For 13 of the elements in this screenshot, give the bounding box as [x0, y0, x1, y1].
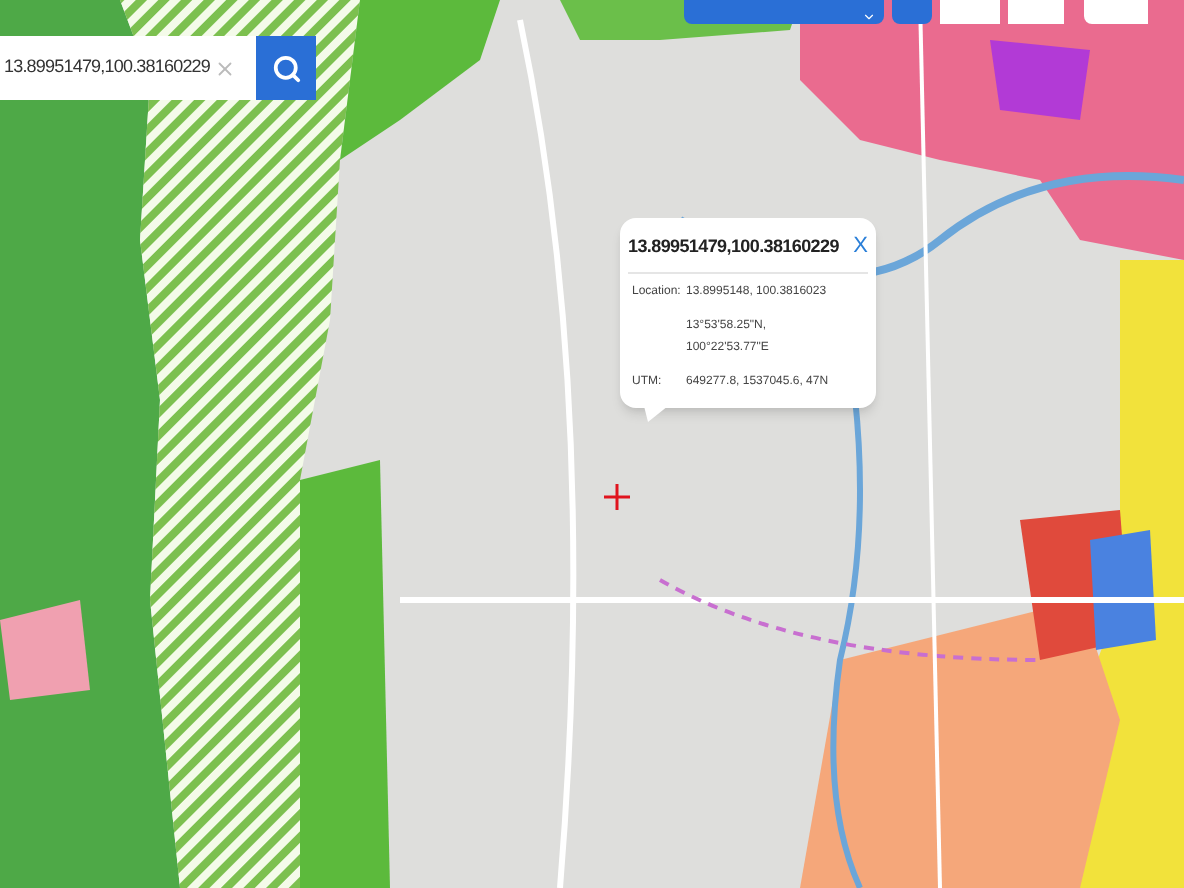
map-type-button[interactable]	[1084, 0, 1148, 24]
close-button[interactable]: X	[853, 236, 868, 259]
caret-icon	[862, 10, 876, 24]
popup-title: 13.89951479,100.38160229	[628, 234, 839, 260]
map-type-button[interactable]	[940, 0, 1000, 24]
map-type-button[interactable]	[1008, 0, 1064, 24]
clear-icon[interactable]	[214, 57, 237, 79]
search-field[interactable]: 13.89951479,100.38160229	[0, 36, 256, 100]
search-icon	[271, 53, 301, 83]
search-button[interactable]	[256, 36, 316, 100]
crosshair-icon	[604, 484, 630, 510]
map-type-button[interactable]	[892, 0, 932, 24]
layer-dropdown[interactable]	[684, 0, 884, 24]
